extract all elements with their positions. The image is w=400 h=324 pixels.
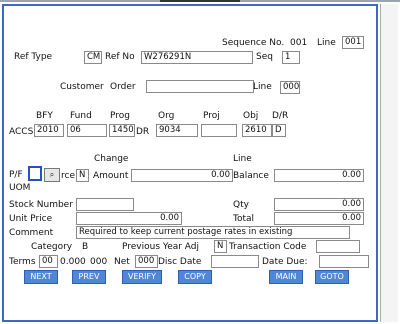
proj-field[interactable] xyxy=(201,124,237,137)
balance-line-label: Line xyxy=(233,154,252,164)
change-label: Change xyxy=(94,154,129,164)
disc-date-label: Disc Date xyxy=(158,257,202,267)
unit-price-field[interactable]: 0.00 xyxy=(76,212,182,225)
accounting-line-form: Sequence No. 001 Line 001 Ref Type CM Re… xyxy=(2,4,378,322)
net-label: Net xyxy=(114,257,130,267)
pf-label: P/F xyxy=(9,170,23,180)
prev-button[interactable]: PREV xyxy=(72,270,106,284)
unit-price-label: Unit Price xyxy=(9,214,53,224)
amount-label: Amount xyxy=(93,171,129,181)
dr-label: D/R xyxy=(272,111,289,121)
date-due-label: Date Due: xyxy=(262,257,308,267)
seq-field[interactable]: 1 xyxy=(282,51,300,64)
terms-discount-rate: 0.000 xyxy=(60,257,86,267)
obj-field[interactable]: 2610 xyxy=(242,124,272,137)
prog-field[interactable]: 1450 xyxy=(109,124,135,137)
terms-field-1[interactable]: 00 xyxy=(39,255,58,268)
comment-field[interactable]: Required to keep current postage rates i… xyxy=(76,226,350,239)
category-label: Category xyxy=(31,242,73,252)
total-label: Total xyxy=(233,214,255,224)
date-due-field[interactable] xyxy=(319,255,369,268)
net-field[interactable]: 000 xyxy=(135,255,158,268)
org-label: Org xyxy=(158,111,175,121)
customer-line-label: Line xyxy=(253,82,272,92)
customer-line-field[interactable]: 000 xyxy=(280,81,300,94)
proj-label: Proj xyxy=(203,111,220,121)
transaction-code-field[interactable] xyxy=(316,240,360,253)
org-field[interactable]: 9034 xyxy=(156,124,198,137)
magnifier-icon[interactable]: ⌕ xyxy=(44,168,60,182)
terms-days: 000 xyxy=(90,257,108,267)
customer-label: Customer xyxy=(60,82,104,92)
goto-button[interactable]: GOTO xyxy=(315,270,349,284)
balance-label: Balance xyxy=(233,171,269,181)
amount-field[interactable]: 0.00 xyxy=(131,169,233,182)
total-field[interactable]: 0.00 xyxy=(274,212,364,225)
sequence-label: Sequence No. xyxy=(222,38,285,48)
title-notch xyxy=(160,0,240,2)
transaction-code-label: Transaction Code xyxy=(229,242,307,252)
uom-label: UOM xyxy=(9,183,31,193)
seq-label: Seq xyxy=(256,52,273,62)
next-button[interactable]: NEXT xyxy=(24,270,58,284)
qty-label: Qty xyxy=(233,200,249,210)
ref-type-label: Ref Type xyxy=(14,52,53,62)
vertical-scrollbar[interactable] xyxy=(380,4,398,322)
disc-date-field[interactable] xyxy=(211,255,259,268)
ref-type-field[interactable]: CM xyxy=(84,51,102,64)
main-button[interactable]: MAIN xyxy=(269,270,303,284)
ref-no-field[interactable]: W276291N xyxy=(141,51,253,64)
stock-number-label: Stock Number xyxy=(9,200,73,210)
order-field[interactable] xyxy=(146,80,254,93)
qty-field[interactable]: 0.00 xyxy=(274,198,364,211)
accs-label: ACCS xyxy=(9,127,34,137)
verify-button[interactable]: VERIFY xyxy=(122,270,162,284)
line-label: Line xyxy=(317,38,336,48)
fund-label: Fund xyxy=(70,111,92,121)
fund-field[interactable]: 06 xyxy=(67,124,107,137)
order-label: Order xyxy=(110,82,136,92)
copy-button[interactable]: COPY xyxy=(178,270,212,284)
prog-label: Prog xyxy=(110,111,130,121)
previous-year-adj-label: Previous Year Adj xyxy=(122,242,200,252)
sequence-value: 001 xyxy=(290,38,308,48)
terms-label: Terms xyxy=(9,257,36,267)
obj-label: Obj xyxy=(243,111,259,121)
pf-source-flag[interactable]: N xyxy=(76,169,89,182)
category-value: B xyxy=(82,242,89,252)
pf-field[interactable] xyxy=(28,166,42,181)
pf-source-label: rce xyxy=(61,171,75,181)
previous-year-adj-field[interactable]: N xyxy=(214,240,227,253)
prog-dr-indicator: DR xyxy=(136,127,150,137)
ref-no-label: Ref No xyxy=(105,52,135,62)
dr-field[interactable]: D xyxy=(272,124,286,137)
window-top-border xyxy=(0,0,400,2)
balance-field[interactable]: 0.00 xyxy=(274,169,364,182)
line-field[interactable]: 001 xyxy=(342,36,364,49)
bfy-label: BFY xyxy=(36,111,53,121)
comment-label: Comment xyxy=(9,228,54,238)
bfy-field[interactable]: 2010 xyxy=(34,124,64,137)
stock-number-field[interactable] xyxy=(76,198,134,211)
